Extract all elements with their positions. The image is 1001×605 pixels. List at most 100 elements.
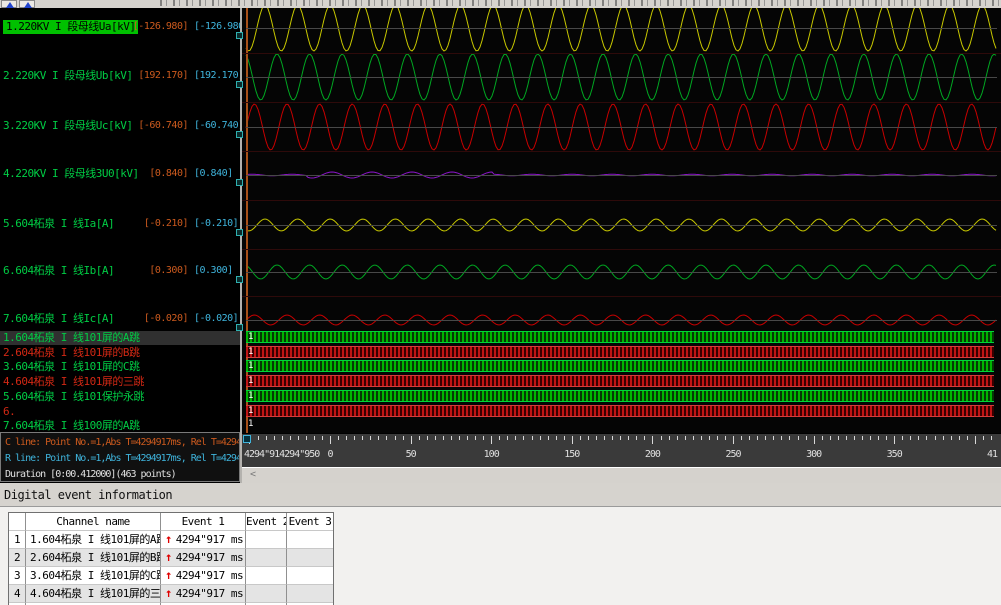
digital-channel-label[interactable]: 1.604柘泉 I 线101屏的A跳 [0, 331, 139, 344]
scroll-left-arrow[interactable]: < [250, 469, 256, 480]
event-channel-name: 1.604柘泉 I 线101屏的A跳 [26, 530, 161, 548]
axis-tick [789, 436, 790, 440]
axis-tick [862, 436, 863, 440]
analog-value-secondary: [-0.210] [194, 217, 238, 231]
analog-channel-label[interactable]: 2.220KV I 段母线Ub[kV] [3, 69, 132, 83]
toolbar-button-2[interactable] [19, 0, 35, 8]
event-1-cell: ↑4294"917 ms [161, 584, 246, 602]
axis-tick [338, 436, 339, 440]
event-table-header-cell [9, 513, 26, 530]
event-channel-name: 4.604柘泉 I 线101屏的三跳 [26, 584, 161, 602]
horizontal-scrollbar[interactable]: < [242, 467, 1001, 483]
digital-bar-value: 1 [248, 332, 253, 343]
axis-tick [781, 436, 782, 440]
zero-line-handle[interactable] [236, 131, 243, 138]
rising-edge-arrow-icon: ↑ [161, 568, 176, 582]
digital-channel-label[interactable]: 2.604柘泉 I 线101屏的B跳 [0, 346, 139, 359]
event-row-number: 1 [9, 530, 26, 548]
event-time: 4294"917 ms [176, 533, 243, 546]
digital-channel-label[interactable]: 4.604柘泉 I 线101屏的三跳 [0, 375, 144, 388]
axis-tick-label: 0 [327, 449, 332, 460]
digital-bar-value: 1 [248, 376, 253, 387]
axis-tick-label: 350 [887, 449, 902, 460]
zero-line-handle[interactable] [236, 81, 243, 88]
analog-channel-label[interactable]: 6.604柘泉 I 线Ib[A] [3, 264, 114, 278]
analog-value-primary: [0.300] [149, 264, 188, 278]
analog-channel-label[interactable]: 5.604柘泉 I 线Ia[A] [3, 217, 114, 231]
axis-tick [830, 436, 831, 440]
event-table-row[interactable]: 33.604柘泉 I 线101屏的C跳↑4294"917 ms [9, 566, 333, 584]
event-table-row[interactable]: 22.604柘泉 I 线101屏的B跳↑4294"917 ms [9, 548, 333, 566]
digital-event-table: Channel nameEvent 1Event 2Event 311.604柘… [8, 512, 334, 605]
axis-tick [628, 436, 629, 440]
axis-tick [419, 436, 420, 440]
analog-channel-label[interactable]: 1.220KV I 段母线Ua[kV] [3, 20, 138, 34]
axis-tick [483, 436, 484, 440]
axis-tick [943, 436, 944, 440]
axis-tick-label: 50 [406, 449, 416, 460]
axis-tick [693, 436, 694, 440]
axis-tick [983, 436, 984, 440]
event-row-number: 4 [9, 584, 26, 602]
analog-channel-label[interactable]: 3.220KV I 段母线Uc[kV] [3, 119, 132, 133]
axis-tick [362, 436, 363, 440]
toolbar-button-1[interactable] [1, 0, 17, 8]
event-table-row[interactable]: 11.604柘泉 I 线101屏的A跳↑4294"917 ms [9, 530, 333, 548]
duration-status: Duration [0:00.412000](463 points) [5, 469, 176, 480]
axis-tick [427, 436, 428, 440]
axis-tick [959, 436, 960, 440]
axis-tick [258, 436, 259, 440]
digital-channel-label[interactable]: 6. [0, 405, 15, 418]
axis-tick [588, 436, 589, 440]
axis-tick-label: 150 [564, 449, 579, 460]
event-2-cell [246, 566, 287, 584]
digital-bar-red: 1 [246, 405, 994, 417]
axis-tick [322, 436, 323, 440]
analog-value-secondary: [192.170] [194, 69, 240, 83]
titlebar-clipped [0, 0, 1001, 8]
digital-channel-label[interactable]: 7.604柘泉 I 线100屏的A跳 [0, 419, 139, 432]
event-table-header-row: Channel nameEvent 1Event 2Event 3 [9, 513, 333, 530]
axis-tick [564, 436, 565, 440]
analog-value-secondary: [-126.980] [194, 20, 240, 34]
axis-cursor-marker[interactable] [243, 435, 251, 443]
axis-tick [596, 436, 597, 440]
zero-line-handle[interactable] [236, 179, 243, 186]
zero-line [246, 127, 997, 128]
event-table-row[interactable]: 44.604柘泉 I 线101屏的三跳↑4294"917 ms [9, 584, 333, 602]
zero-line-handle[interactable] [236, 32, 243, 39]
event-1-cell: ↑4294"917 ms [161, 566, 246, 584]
axis-tick [580, 436, 581, 440]
axis-tick [491, 436, 492, 444]
axis-tick [644, 436, 645, 440]
digital-channel-row: 1.604柘泉 I 线101屏的A跳 [0, 331, 240, 345]
zero-line-handle[interactable] [236, 324, 243, 331]
event-channel-name: 2.604柘泉 I 线101屏的B跳 [26, 548, 161, 566]
axis-tick [403, 436, 404, 440]
axis-tick [548, 436, 549, 440]
analog-channel-label[interactable]: 4.220KV I 段母线3U0[kV] [3, 167, 139, 181]
axis-tick [556, 436, 557, 440]
event-channel-name: 3.604柘泉 I 线101屏的C跳 [26, 566, 161, 584]
zero-line-handle[interactable] [236, 276, 243, 283]
analog-channel-row: 2.220KV I 段母线Ub[kV][192.170][192.170] [0, 69, 240, 83]
analog-channel-label[interactable]: 7.604柘泉 I 线Ic[A] [3, 312, 114, 326]
zero-line [246, 77, 997, 78]
zero-line-handle[interactable] [236, 229, 243, 236]
analog-value-primary: [0.840] [149, 167, 188, 181]
axis-tick [290, 436, 291, 440]
axis-tick [846, 436, 847, 440]
axis-tick [612, 436, 613, 440]
event-row-number: 3 [9, 566, 26, 584]
axis-tick [661, 436, 662, 440]
digital-bar-value: 1 [248, 406, 253, 417]
digital-channel-label[interactable]: 5.604柘泉 I 线101保护永跳 [0, 390, 144, 403]
axis-tick [935, 436, 936, 440]
waveform-plot-area: 1111111 [242, 8, 1001, 433]
axis-tick [765, 436, 766, 440]
axis-tick [894, 436, 895, 444]
axis-tick [669, 436, 670, 440]
digital-channel-label[interactable]: 3.604柘泉 I 线101屏的C跳 [0, 360, 139, 373]
digital-event-section-header: Digital event information [0, 483, 1001, 507]
axis-tick [902, 436, 903, 440]
